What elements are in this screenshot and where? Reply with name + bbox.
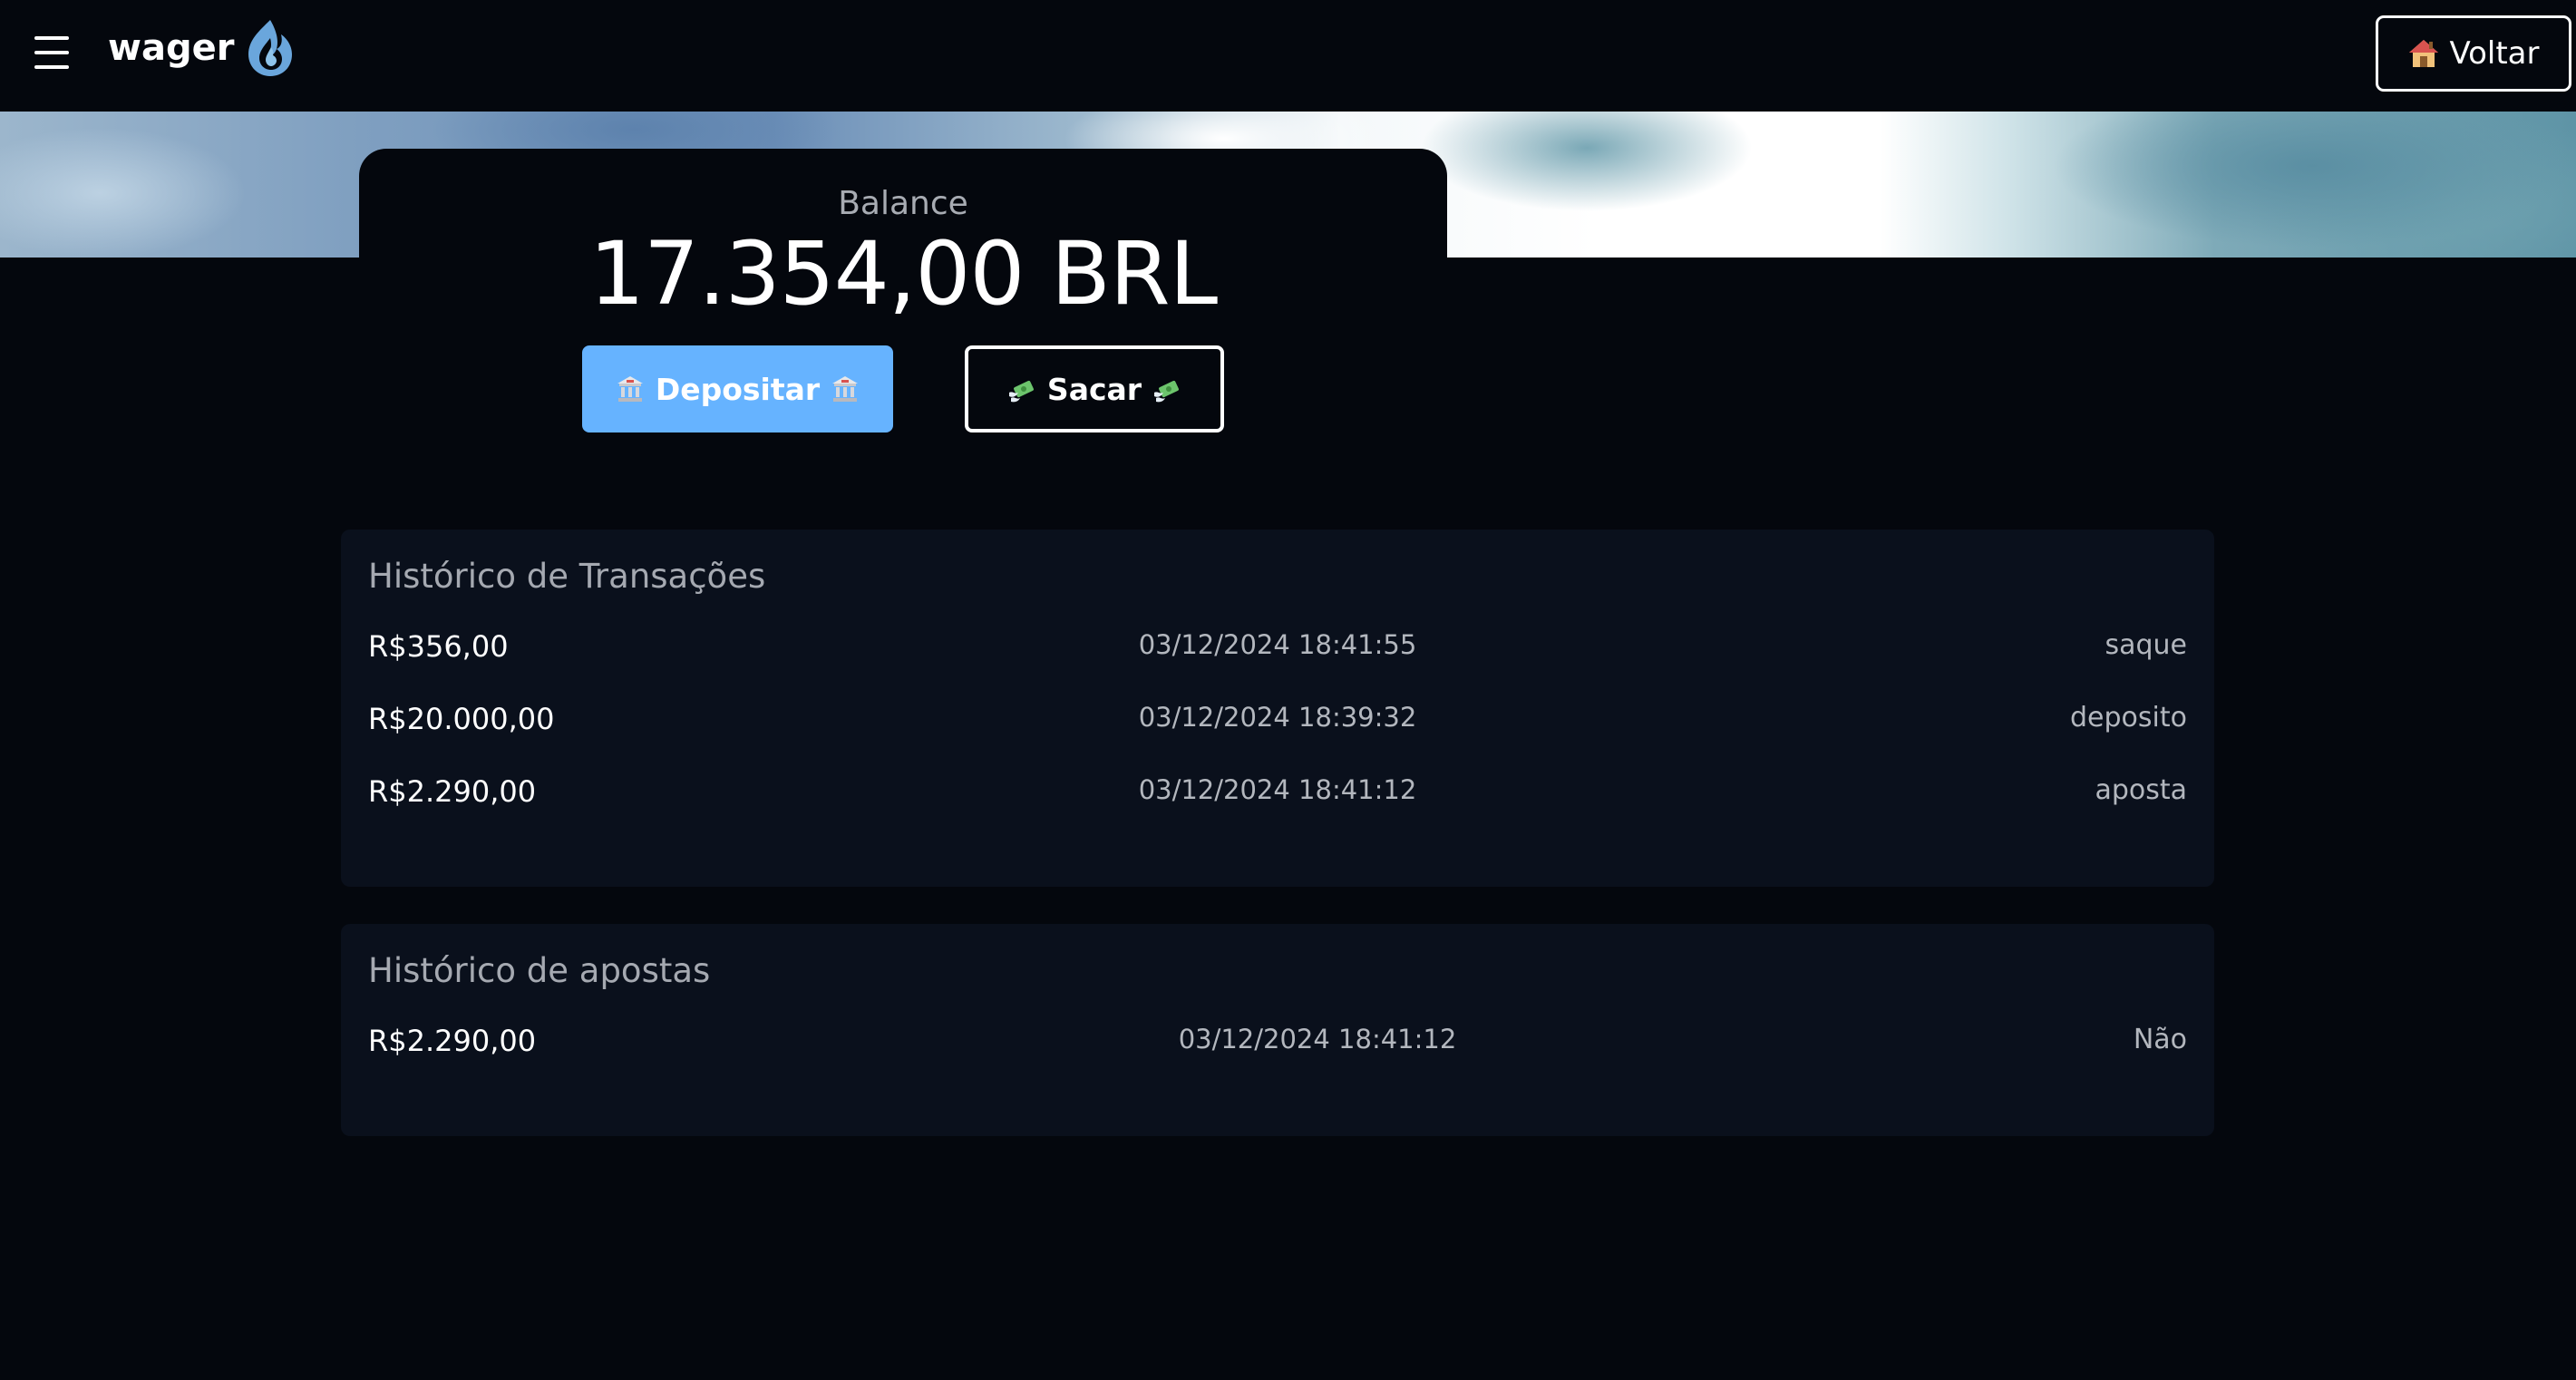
menu-icon[interactable]	[34, 36, 69, 69]
table-row: R$20.000,00 03/12/2024 18:39:32 deposito	[368, 702, 2187, 747]
money-with-wings-icon	[1154, 380, 1180, 403]
transaction-date: 03/12/2024 18:41:55	[1138, 629, 1417, 660]
withdraw-button[interactable]: Sacar	[965, 345, 1224, 432]
bank-icon	[617, 376, 643, 402]
transaction-type: aposta	[2095, 774, 2187, 806]
bank-icon	[832, 376, 859, 402]
transaction-history-title: Histórico de Transações	[368, 557, 766, 596]
bet-history-panel: Histórico de apostas R$2.290,00 03/12/20…	[341, 924, 2214, 1136]
logo-text: wager	[108, 27, 235, 69]
money-with-wings-icon	[1008, 380, 1034, 403]
balance-card: Balance 17.354,00 BRL Depositar Sacar	[359, 149, 1447, 457]
bet-date: 03/12/2024 18:41:12	[1178, 1024, 1457, 1054]
bet-result: Não	[2133, 1024, 2187, 1055]
transaction-date: 03/12/2024 18:39:32	[1138, 702, 1417, 733]
transaction-type: deposito	[2070, 702, 2187, 734]
back-button[interactable]: Voltar	[2376, 15, 2571, 92]
logo[interactable]: wager	[108, 16, 296, 80]
back-button-label: Voltar	[2449, 35, 2540, 72]
table-row: R$2.290,00 03/12/2024 18:41:12 aposta	[368, 774, 2187, 820]
top-bar: wager Voltar	[0, 0, 2576, 112]
withdraw-button-label: Sacar	[1046, 371, 1142, 407]
deposit-button-label: Depositar	[655, 371, 821, 407]
balance-value: 17.354,00 BRL	[588, 223, 1218, 325]
house-icon	[2409, 40, 2439, 67]
balance-label: Balance	[838, 185, 968, 222]
bet-history-title: Histórico de apostas	[368, 951, 711, 990]
transaction-date: 03/12/2024 18:41:12	[1138, 774, 1417, 805]
transaction-type: saque	[2105, 629, 2187, 661]
table-row: R$356,00 03/12/2024 18:41:55 saque	[368, 629, 2187, 675]
transaction-history-panel: Histórico de Transações R$356,00 03/12/2…	[341, 530, 2214, 887]
table-row: R$2.290,00 03/12/2024 18:41:12 Não	[368, 1024, 2187, 1069]
flame-logo-icon	[248, 20, 293, 76]
deposit-button[interactable]: Depositar	[582, 345, 893, 432]
